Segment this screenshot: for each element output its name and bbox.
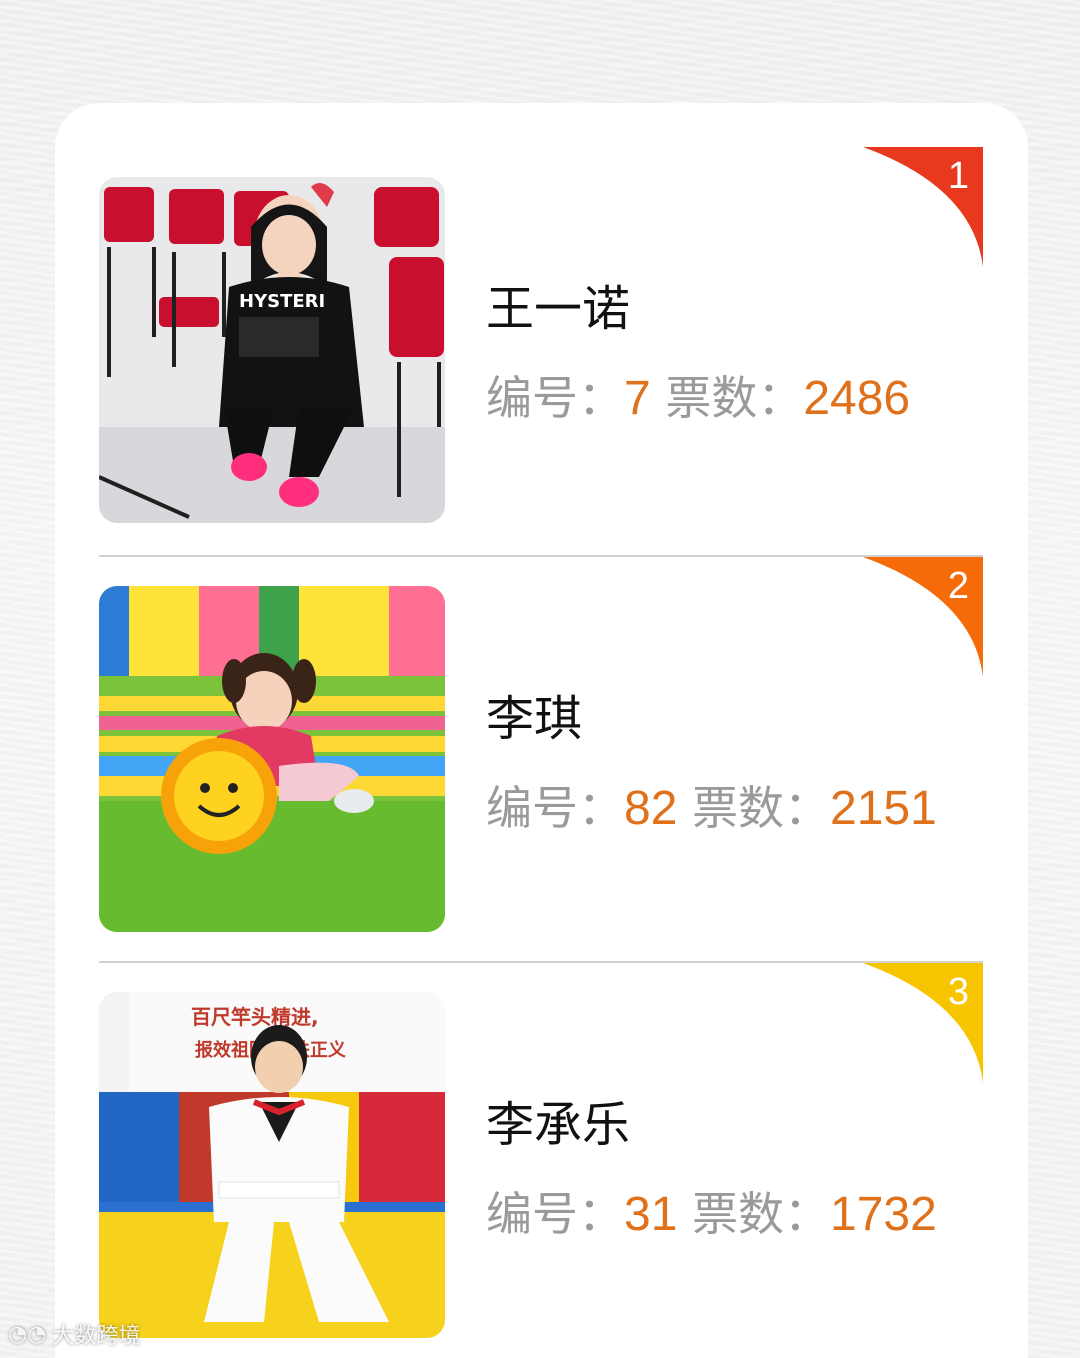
contestant-meta: 编号：31 票数：1732	[486, 1178, 937, 1244]
contestant-photo[interactable]	[99, 586, 445, 932]
ranking-entry-1[interactable]: 1 HYSTERI 王一诺 编号：7 票数：2486	[99, 147, 983, 523]
contestant-id: 82	[624, 782, 678, 835]
rank-ribbon: 2	[863, 557, 983, 677]
banner-text: 百尺竿头精进,	[191, 1005, 319, 1029]
shirt-text: HYSTERI	[239, 291, 325, 312]
rank-number: 3	[947, 971, 969, 1013]
contestant-name: 王一诺	[486, 281, 631, 337]
rank-ribbon: 3	[863, 963, 983, 1083]
votes-label: 票数：	[692, 1187, 831, 1241]
watermark-logo-icon: ◔◔	[8, 1321, 47, 1347]
rank-number: 1	[947, 155, 969, 197]
contestant-id: 31	[624, 1188, 678, 1241]
id-label: 编号：	[486, 781, 624, 835]
contestant-id: 7	[624, 372, 651, 425]
ranking-entry-3[interactable]: 3 百尺竿头精进, 报效祖国,匡扶正义 李承乐 编号：31	[99, 961, 983, 1338]
vote-count: 2486	[803, 372, 911, 425]
watermark-text: 大数跨境	[52, 1324, 141, 1349]
vote-count: 1732	[830, 1188, 937, 1241]
vote-count: 2151	[830, 782, 937, 835]
rank-ribbon: 1	[863, 147, 983, 267]
contestant-name: 李琪	[486, 691, 583, 747]
rank-number: 2	[947, 565, 969, 607]
id-label: 编号：	[486, 371, 624, 425]
votes-label: 票数：	[692, 781, 831, 835]
contestant-photo[interactable]: 百尺竿头精进, 报效祖国,匡扶正义	[99, 992, 445, 1338]
contestant-meta: 编号：82 票数：2151	[486, 772, 937, 838]
contestant-meta: 编号：7 票数：2486	[486, 362, 910, 428]
contestant-photo[interactable]: HYSTERI	[99, 177, 445, 523]
contestant-name: 李承乐	[486, 1097, 631, 1153]
votes-label: 票数：	[665, 371, 804, 425]
id-label: 编号：	[486, 1187, 624, 1241]
ranking-entry-2[interactable]: 2 李琪 编号：82 票数：2151	[99, 555, 983, 932]
watermark: ◔◔ 大数跨境	[8, 1318, 140, 1350]
